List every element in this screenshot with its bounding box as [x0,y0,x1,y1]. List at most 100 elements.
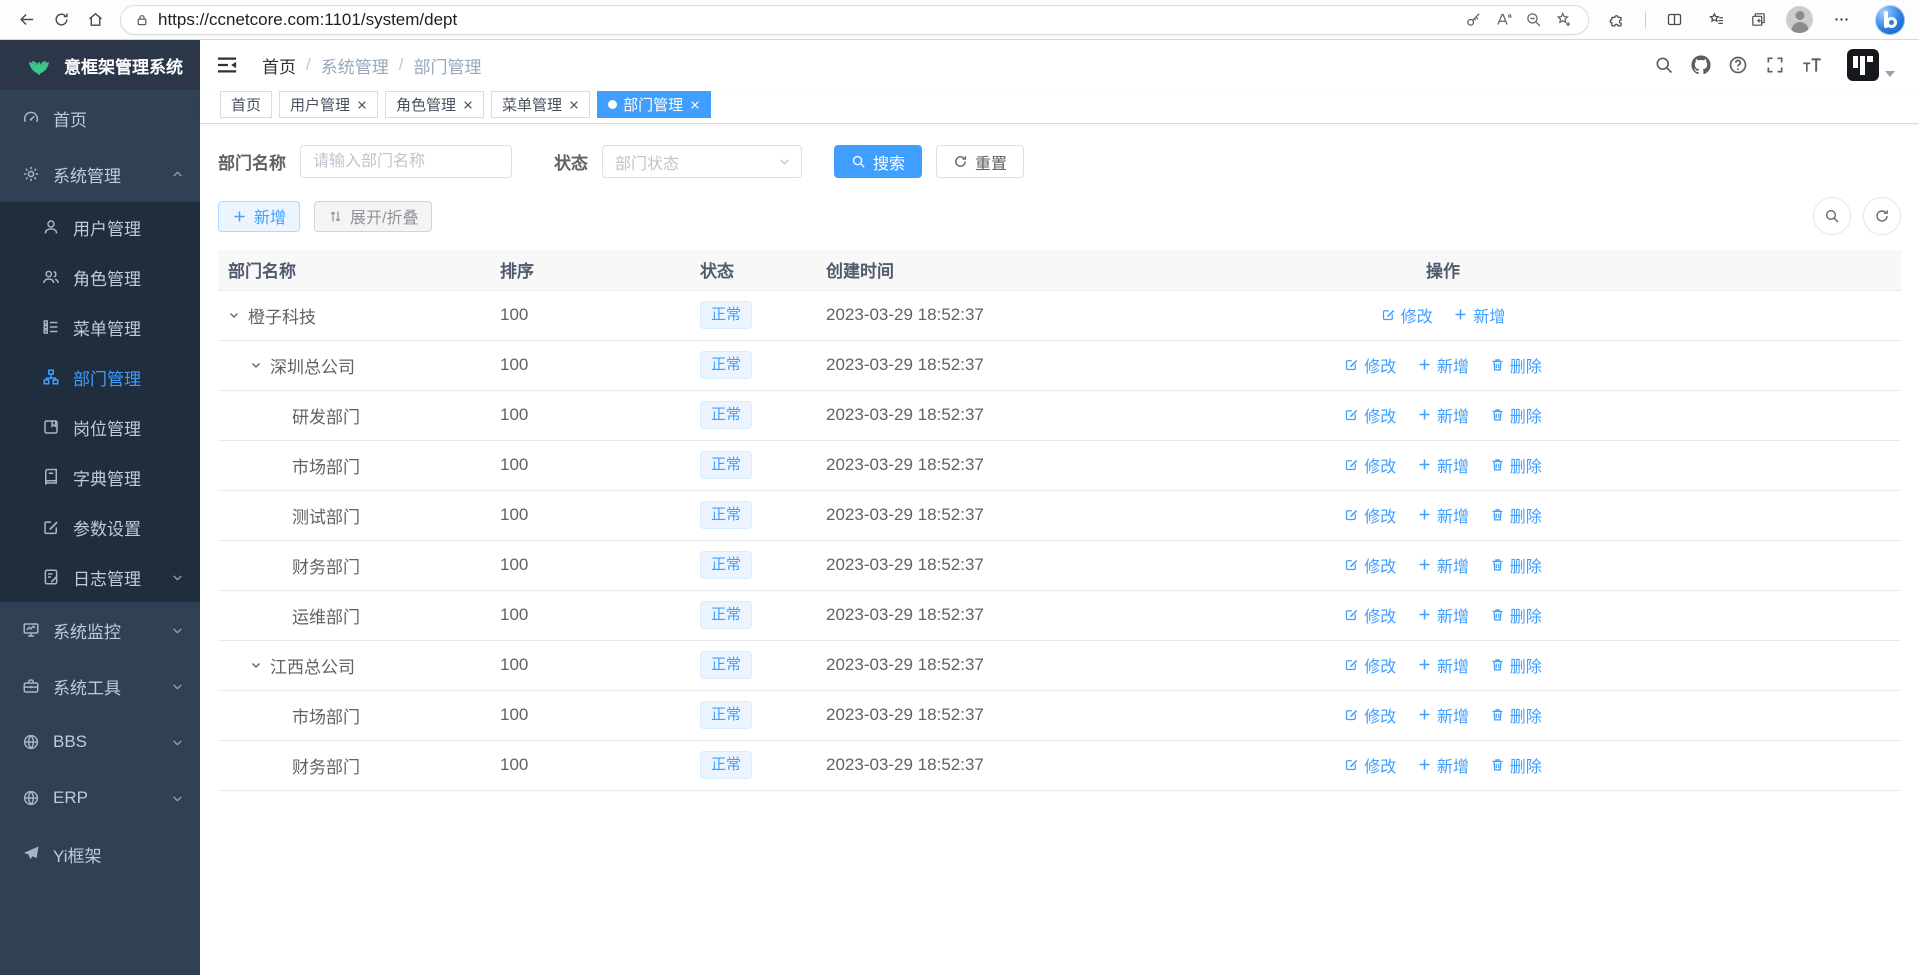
row-edit-link[interactable]: 修改 [1344,703,1396,727]
row-edit-link[interactable]: 修改 [1344,503,1396,527]
add-dept-button[interactable]: 新增 [218,201,300,232]
add-favorite-button[interactable] [1548,7,1578,33]
sidebar-item-posts[interactable]: 岗位管理 [0,402,200,452]
row-add-link[interactable]: 新增 [1417,403,1469,427]
edit-icon [1344,457,1359,472]
row-delete-link[interactable]: 删除 [1490,453,1542,477]
split-screen-button[interactable] [1660,5,1688,35]
browser-settings-button[interactable] [1827,5,1855,35]
row-delete-link[interactable]: 删除 [1490,503,1542,527]
dept-sort: 100 [490,390,690,440]
read-aloud-button[interactable] [1488,7,1518,33]
collections-button[interactable] [1744,5,1772,35]
sidebar-item-logs[interactable]: 日志管理 [0,552,200,602]
row-delete-link[interactable]: 删除 [1490,653,1542,677]
status-select[interactable]: 部门状态 [602,145,802,178]
tab-role-management[interactable]: 角色管理 [385,91,484,118]
row-edit-link[interactable]: 修改 [1344,353,1396,377]
browser-actions [1599,5,1909,35]
hide-search-button[interactable] [1813,197,1851,235]
close-icon[interactable] [690,100,700,110]
row-add-link[interactable]: 新增 [1417,553,1469,577]
sidebar-item-label: 部门管理 [73,365,141,390]
browser-home-button[interactable] [78,5,112,35]
tab-label: 菜单管理 [502,94,562,115]
password-manager-button[interactable] [1458,7,1488,33]
breadcrumb-home[interactable]: 首页 [262,53,296,78]
sidebar-item-yi-framework[interactable]: Yi框架 [0,826,200,882]
tab-user-management[interactable]: 用户管理 [279,91,378,118]
row-delete-link[interactable]: 删除 [1490,753,1542,777]
fullscreen-icon[interactable] [1765,55,1785,75]
row-edit-link[interactable]: 修改 [1344,653,1396,677]
close-icon[interactable] [463,100,473,110]
row-add-link[interactable]: 新增 [1417,703,1469,727]
app-logo[interactable]: 意框架管理系统 [0,40,200,90]
sidebar-item-dict[interactable]: 字典管理 [0,452,200,502]
sidebar-item-system[interactable]: 系统管理 [0,146,200,202]
github-icon[interactable] [1691,55,1711,75]
row-add-link[interactable]: 新增 [1453,303,1505,327]
url-text[interactable]: https://ccnetcore.com:1101/system/dept [158,10,1458,30]
reset-button[interactable]: 重置 [936,145,1024,178]
font-size-icon[interactable] [1802,55,1822,75]
sidebar-item-params[interactable]: 参数设置 [0,502,200,552]
sidebar-item-erp[interactable]: ERP [0,770,200,826]
row-delete-link[interactable]: 删除 [1490,403,1542,427]
row-edit-link[interactable]: 修改 [1344,753,1396,777]
sidebar-item-bbs[interactable]: BBS [0,714,200,770]
tab-dept-management[interactable]: 部门管理 [597,91,711,118]
extensions-button[interactable] [1603,5,1631,35]
sidebar-item-label: 角色管理 [73,265,141,290]
help-icon[interactable] [1728,55,1748,75]
browser-refresh-button[interactable] [44,5,78,35]
search-button[interactable]: 搜索 [834,145,922,178]
sidebar-item-roles[interactable]: 角色管理 [0,252,200,302]
row-add-link[interactable]: 新增 [1417,453,1469,477]
expand-row-arrow[interactable] [250,359,270,371]
refresh-table-button[interactable] [1863,197,1901,235]
copilot-button[interactable] [1875,5,1905,35]
col-sort: 排序 [490,250,690,290]
browser-profile-avatar[interactable] [1786,6,1813,33]
dept-created: 2023-03-29 18:52:37 [816,590,1278,640]
row-edit-link[interactable]: 修改 [1344,453,1396,477]
row-add-link[interactable]: 新增 [1417,653,1469,677]
zoom-out-icon [1525,11,1542,28]
close-icon[interactable] [357,100,367,110]
row-delete-link[interactable]: 删除 [1490,603,1542,627]
header-search-icon[interactable] [1654,55,1674,75]
table-header-row: 部门名称 排序 状态 创建时间 操作 [218,250,1901,290]
sidebar-item-menus[interactable]: 菜单管理 [0,302,200,352]
sidebar-item-tools[interactable]: 系统工具 [0,658,200,714]
row-edit-link[interactable]: 修改 [1381,303,1433,327]
address-bar[interactable]: https://ccnetcore.com:1101/system/dept [120,5,1589,35]
tab-menu-management[interactable]: 菜单管理 [491,91,590,118]
row-add-link[interactable]: 新增 [1417,353,1469,377]
row-add-link[interactable]: 新增 [1417,753,1469,777]
close-icon[interactable] [569,100,579,110]
expand-row-arrow[interactable] [228,309,248,321]
expand-row-arrow[interactable] [250,659,270,671]
row-edit-link[interactable]: 修改 [1344,553,1396,577]
row-delete-link[interactable]: 删除 [1490,553,1542,577]
favorites-button[interactable] [1702,5,1730,35]
browser-back-button[interactable] [10,5,44,35]
dept-name-input[interactable] [300,145,512,178]
zoom-out-button[interactable] [1518,7,1548,33]
row-edit-link[interactable]: 修改 [1344,403,1396,427]
row-delete-link[interactable]: 删除 [1490,353,1542,377]
sidebar-item-departments[interactable]: 部门管理 [0,352,200,402]
row-edit-link[interactable]: 修改 [1344,603,1396,627]
sidebar-item-users[interactable]: 用户管理 [0,202,200,252]
row-add-link[interactable]: 新增 [1417,603,1469,627]
user-menu[interactable] [1847,49,1895,81]
expand-collapse-button[interactable]: 展开/折叠 [314,201,432,232]
row-add-link[interactable]: 新增 [1417,503,1469,527]
row-delete-link[interactable]: 删除 [1490,703,1542,727]
collapse-sidebar-icon[interactable] [216,55,238,75]
sidebar-item-monitor[interactable]: 系统监控 [0,602,200,658]
sidebar-item-home[interactable]: 首页 [0,90,200,146]
sidebar-item-label: 字典管理 [73,465,141,490]
tab-home[interactable]: 首页 [220,91,272,118]
